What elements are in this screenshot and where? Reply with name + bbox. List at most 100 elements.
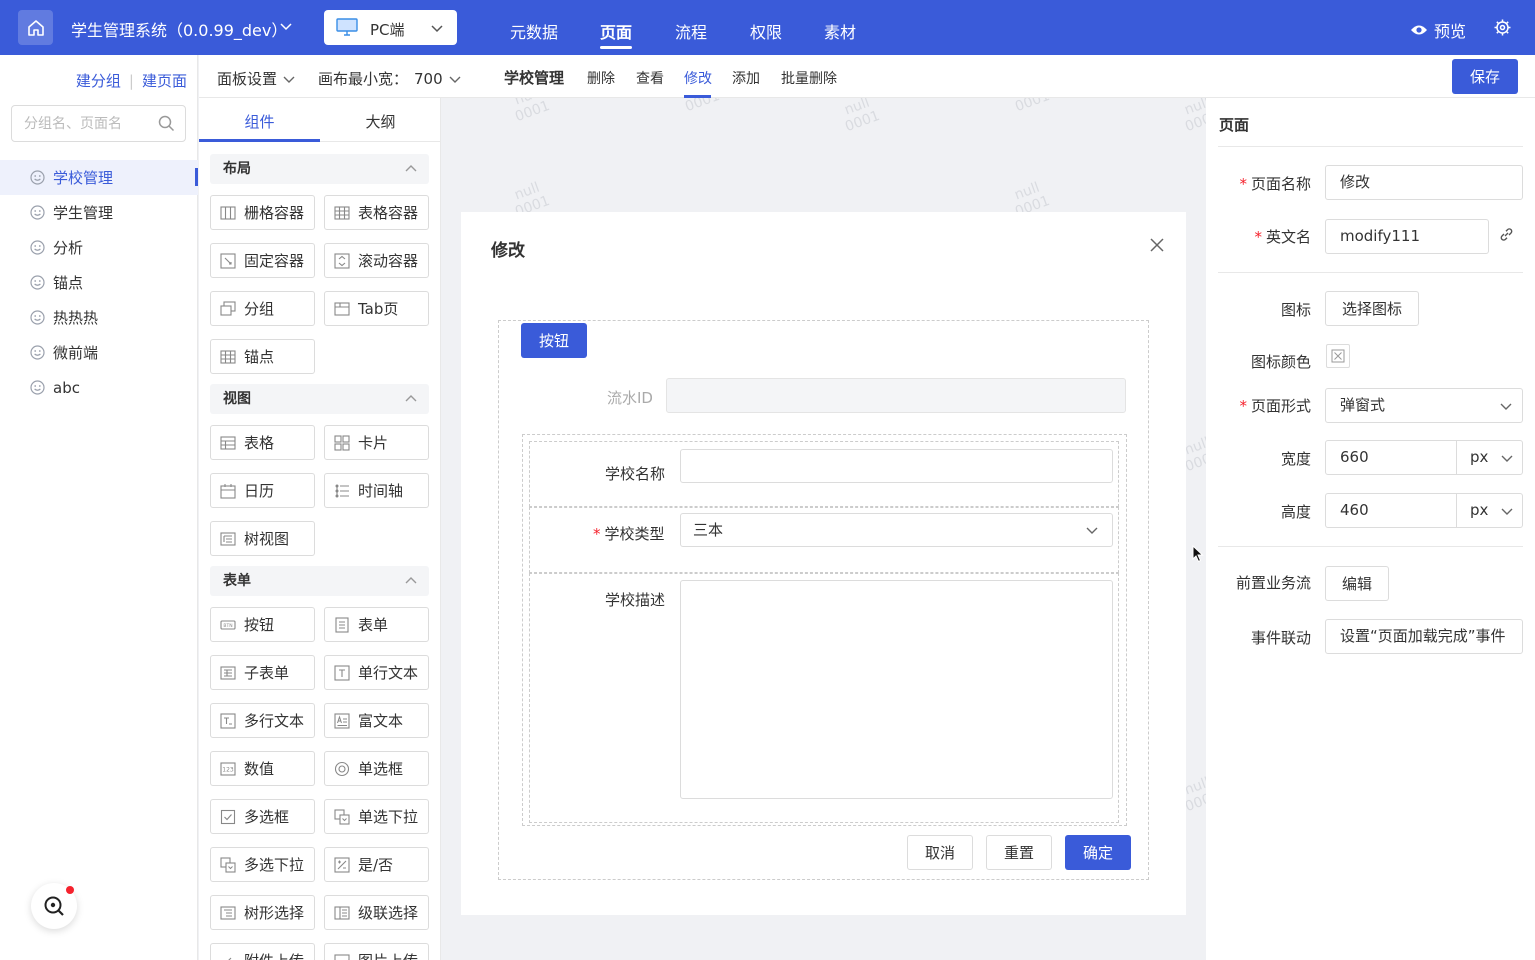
tree-item-abc[interactable]: abc xyxy=(0,370,198,405)
page-tab-school[interactable]: 学校管理 xyxy=(504,67,564,88)
add-group-link[interactable]: 建分组 xyxy=(76,70,121,91)
form-fields-container[interactable]: 学校名称 * 学校类型 三本 学校描述 xyxy=(522,434,1127,826)
component-card[interactable]: 卡片 xyxy=(324,425,429,460)
component-single-select[interactable]: 单选下拉 xyxy=(324,799,429,834)
school-name-input[interactable] xyxy=(680,449,1113,483)
link-icon[interactable] xyxy=(1498,226,1515,243)
close-icon[interactable] xyxy=(1150,238,1164,252)
page-form-value: 弹窗式 xyxy=(1340,396,1386,414)
properties-panel: 页面 * 页面名称 修改 * 英文名 modify111 图标 选择图标 图标颜色 … xyxy=(1206,98,1535,960)
page-name-input[interactable]: 修改 xyxy=(1325,165,1523,200)
nav-assets[interactable]: 素材 xyxy=(824,19,856,43)
group-header-form[interactable]: 表单 xyxy=(210,566,429,596)
floating-zoom-button[interactable] xyxy=(31,883,77,929)
save-button[interactable]: 保存 xyxy=(1452,59,1518,94)
component-multi-line-text[interactable]: 多行文本 xyxy=(210,703,315,738)
search-icon[interactable] xyxy=(158,115,175,132)
flow-id-input[interactable] xyxy=(666,378,1126,413)
component-fixed-container[interactable]: 固定容器 xyxy=(210,243,315,278)
nav-metadata[interactable]: 元数据 xyxy=(510,19,558,43)
nav-permission[interactable]: 权限 xyxy=(750,19,782,43)
component-single-line-text[interactable]: 单行文本 xyxy=(324,655,429,690)
component-grid-container[interactable]: 栅格容器 xyxy=(210,195,315,230)
edit-pre-flow-button[interactable]: 编辑 xyxy=(1325,566,1390,601)
form-container[interactable]: 按钮 流水ID 学校名称 * 学校类型 三本 学校描述 取消 重置 确定 xyxy=(498,320,1149,880)
required-marker: * xyxy=(1239,175,1247,193)
tab-outline[interactable]: 大纲 xyxy=(320,111,440,132)
component-yes-no[interactable]: 是/否 xyxy=(324,847,429,882)
component-multi-select[interactable]: 多选下拉 xyxy=(210,847,315,882)
component-file-upload[interactable]: 附件上传 xyxy=(210,943,315,960)
component-table-container[interactable]: 表格容器 xyxy=(324,195,429,230)
event-linkage-input[interactable]: 设置“页面加载完成”事件 xyxy=(1325,619,1523,654)
component-tree-view[interactable]: 树视图 xyxy=(210,521,315,556)
component-image-upload[interactable]: 图片上传 xyxy=(324,943,429,960)
height-unit-select[interactable]: px xyxy=(1456,493,1523,528)
field-school-name[interactable]: 学校名称 xyxy=(529,441,1119,507)
page-tab-add[interactable]: 添加 xyxy=(732,68,760,88)
school-description-textarea[interactable] xyxy=(680,580,1113,799)
component-subform[interactable]: 子表单 xyxy=(210,655,315,690)
component-cascader[interactable]: 级联选择 xyxy=(324,895,429,930)
component-number[interactable]: 123 数值 xyxy=(210,751,315,786)
tree-item-analysis[interactable]: 分析 xyxy=(0,230,198,265)
component-form[interactable]: 表单 xyxy=(324,607,429,642)
tree-item-micro-frontend[interactable]: 微前端 xyxy=(0,335,198,370)
preview-label: 预览 xyxy=(1434,22,1467,41)
tab-components[interactable]: 组件 xyxy=(199,111,320,132)
component-calendar[interactable]: 日历 xyxy=(210,473,315,508)
component-tree-select[interactable]: 树形选择 xyxy=(210,895,315,930)
chevron-down-icon xyxy=(449,76,461,83)
chevron-down-icon[interactable] xyxy=(280,20,292,32)
field-school-description[interactable]: 学校描述 xyxy=(529,573,1119,823)
nav-flow[interactable]: 流程 xyxy=(675,19,707,43)
tree-item-anchor[interactable]: 锚点 xyxy=(0,265,198,300)
component-group[interactable]: 分组 xyxy=(210,291,315,326)
page-tab-edit[interactable]: 修改 xyxy=(684,68,712,88)
component-button[interactable]: BTN 按钮 xyxy=(210,607,315,642)
component-label: 级联选择 xyxy=(358,904,419,922)
width-unit-select[interactable]: px xyxy=(1456,440,1523,475)
field-school-type[interactable]: * 学校类型 三本 xyxy=(529,507,1119,573)
page-form-select[interactable]: 弹窗式 xyxy=(1325,388,1523,423)
component-radio[interactable]: 单选框 xyxy=(324,751,429,786)
english-name-input[interactable]: modify111 xyxy=(1325,219,1489,254)
smile-icon xyxy=(30,170,45,185)
notification-dot xyxy=(66,886,74,894)
width-input[interactable]: 660 xyxy=(1325,440,1457,475)
component-anchor[interactable]: 锚点 xyxy=(210,339,315,374)
canvas-min-width-dropdown[interactable]: 画布最小宽： 700 xyxy=(318,68,461,89)
component-scroll-container[interactable]: 滚动容器 xyxy=(324,243,429,278)
color-picker[interactable] xyxy=(1326,344,1350,368)
reset-button[interactable]: 重置 xyxy=(986,835,1052,870)
home-button[interactable] xyxy=(18,10,53,45)
panel-settings-dropdown[interactable]: 面板设置 xyxy=(217,68,295,89)
page-tab-view[interactable]: 查看 xyxy=(636,68,664,88)
platform-select[interactable]: PC端 xyxy=(324,10,457,45)
add-page-link[interactable]: 建页面 xyxy=(142,70,187,91)
group-header-view[interactable]: 视图 xyxy=(210,384,429,414)
component-checkbox[interactable]: 多选框 xyxy=(210,799,315,834)
component-timeline[interactable]: 时间轴 xyxy=(324,473,429,508)
tree-item-school[interactable]: 学校管理 xyxy=(0,160,198,195)
select-icon-button[interactable]: 选择图标 xyxy=(1325,291,1420,326)
gear-icon[interactable] xyxy=(1494,19,1511,36)
component-table[interactable]: 表格 xyxy=(210,425,315,460)
tree-item-hot[interactable]: 热热热 xyxy=(0,300,198,335)
preview-button[interactable]: 预览 xyxy=(1410,18,1466,42)
select-icon xyxy=(334,808,350,825)
app-title[interactable]: 学生管理系统（0.0.99_dev） xyxy=(71,17,287,41)
school-type-select[interactable]: 三本 xyxy=(680,513,1113,547)
search-input[interactable] xyxy=(12,106,152,141)
confirm-button[interactable]: 确定 xyxy=(1065,835,1131,870)
nav-pages[interactable]: 页面 xyxy=(600,19,632,43)
component-tab-page[interactable]: Tab页 xyxy=(324,291,429,326)
height-input[interactable]: 460 xyxy=(1325,493,1457,528)
page-tab-batch-delete[interactable]: 批量删除 xyxy=(781,68,837,88)
cancel-button[interactable]: 取消 xyxy=(907,835,973,870)
group-header-layout[interactable]: 布局 xyxy=(210,154,429,184)
component-button-preview[interactable]: 按钮 xyxy=(521,323,587,358)
component-rich-text[interactable]: 富文本 xyxy=(324,703,429,738)
page-tab-delete[interactable]: 删除 xyxy=(587,68,615,88)
tree-item-student[interactable]: 学生管理 xyxy=(0,195,198,230)
